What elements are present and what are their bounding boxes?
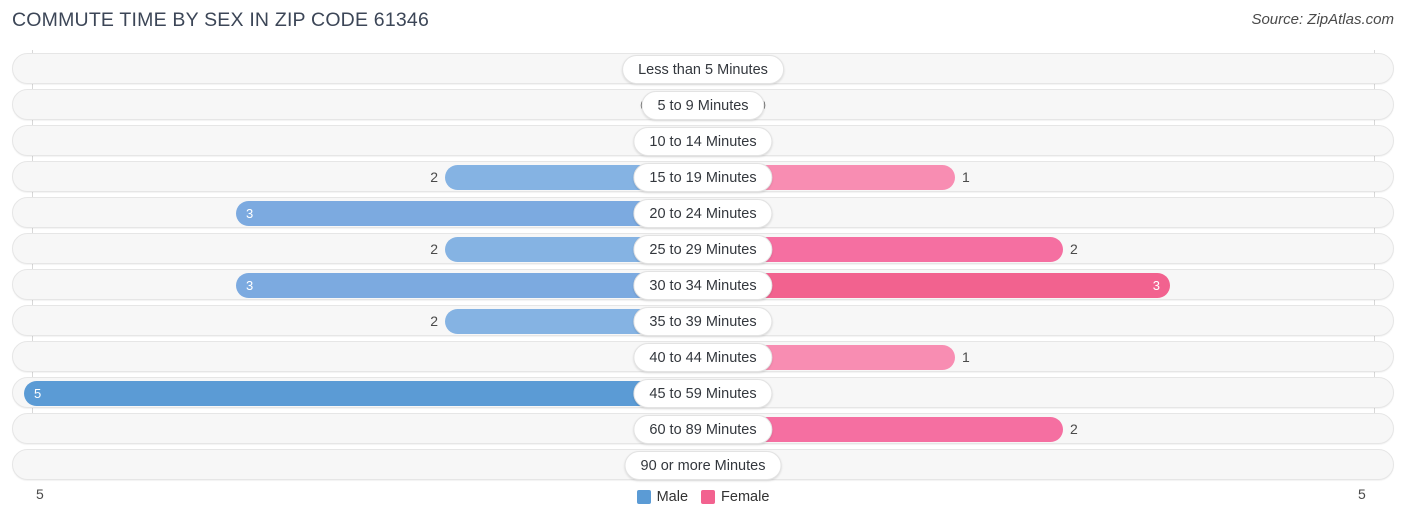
bar-value-male: 3 xyxy=(246,206,254,221)
category-label[interactable]: 30 to 34 Minutes xyxy=(633,271,773,300)
chart-page: COMMUTE TIME BY SEX IN ZIP CODE 61346 So… xyxy=(0,0,1406,522)
bar-row[interactable]: 3020 to 24 Minutes xyxy=(12,197,1394,228)
category-label[interactable]: 60 to 89 Minutes xyxy=(633,415,773,444)
bar-row[interactable]: 00Less than 5 Minutes xyxy=(12,53,1394,84)
bar-row[interactable]: 5045 to 59 Minutes xyxy=(12,377,1394,408)
bar-female[interactable]: 3 xyxy=(703,273,1170,298)
bar-male[interactable]: 5 xyxy=(24,381,703,406)
bar-row[interactable]: 3 3 30 to 34 Minutes xyxy=(12,269,1394,300)
bar-row[interactable]: 0090 or more Minutes xyxy=(12,449,1394,480)
bar-row[interactable]: 005 to 9 Minutes xyxy=(12,89,1394,120)
bar-row[interactable]: 2 1 15 to 19 Minutes xyxy=(12,161,1394,192)
bar-row[interactable]: 2035 to 39 Minutes xyxy=(12,305,1394,336)
legend-item-female[interactable]: Female xyxy=(701,489,769,505)
axis-tick-left: 5 xyxy=(36,486,44,502)
bar-row[interactable]: 0260 to 89 Minutes xyxy=(12,413,1394,444)
category-label[interactable]: 20 to 24 Minutes xyxy=(633,199,773,228)
bar-value-male: 2 xyxy=(430,169,438,185)
legend-swatch-female xyxy=(701,490,716,504)
bar-value-female: 1 xyxy=(962,349,970,365)
category-label[interactable]: Less than 5 Minutes xyxy=(622,55,784,84)
bar-value-female: 3 xyxy=(1152,278,1160,293)
source-attribution: Source: ZipAtlas.com xyxy=(1251,11,1394,28)
bar-value-male: 3 xyxy=(246,278,254,293)
bar-row[interactable]: 0140 to 44 Minutes xyxy=(12,341,1394,372)
legend-swatch-male xyxy=(636,490,651,504)
legend-label-female: Female xyxy=(721,489,770,505)
bar-value-female: 2 xyxy=(1070,241,1078,257)
bar-value-male: 2 xyxy=(430,241,438,257)
bar-value-male: 5 xyxy=(34,386,42,401)
category-label[interactable]: 25 to 29 Minutes xyxy=(633,235,773,264)
plot-area: 00Less than 5 Minutes 005 to 9 Minutes 001… xyxy=(0,50,1406,505)
category-label[interactable]: 90 or more Minutes xyxy=(624,451,782,480)
page-title: COMMUTE TIME BY SEX IN ZIP CODE 61346 xyxy=(12,9,430,31)
legend-item-male[interactable]: Male xyxy=(636,489,689,505)
bar-value-female: 1 xyxy=(962,169,970,185)
category-label[interactable]: 10 to 14 Minutes xyxy=(633,127,773,156)
category-label[interactable]: 35 to 39 Minutes xyxy=(633,307,773,336)
axis-tick-right: 5 xyxy=(1358,486,1366,502)
category-label[interactable]: 45 to 59 Minutes xyxy=(633,379,773,408)
bar-value-female: 2 xyxy=(1070,421,1078,437)
category-label[interactable]: 40 to 44 Minutes xyxy=(633,343,773,372)
bar-row[interactable]: 0010 to 14 Minutes xyxy=(12,125,1394,156)
category-label[interactable]: 15 to 19 Minutes xyxy=(633,163,773,192)
bar-value-male: 2 xyxy=(430,313,438,329)
bar-row[interactable]: 2 2 25 to 29 Minutes xyxy=(12,233,1394,264)
legend-label-male: Male xyxy=(656,489,689,505)
category-label[interactable]: 5 to 9 Minutes xyxy=(641,91,765,120)
chart-legend: Male Female xyxy=(0,486,1406,508)
